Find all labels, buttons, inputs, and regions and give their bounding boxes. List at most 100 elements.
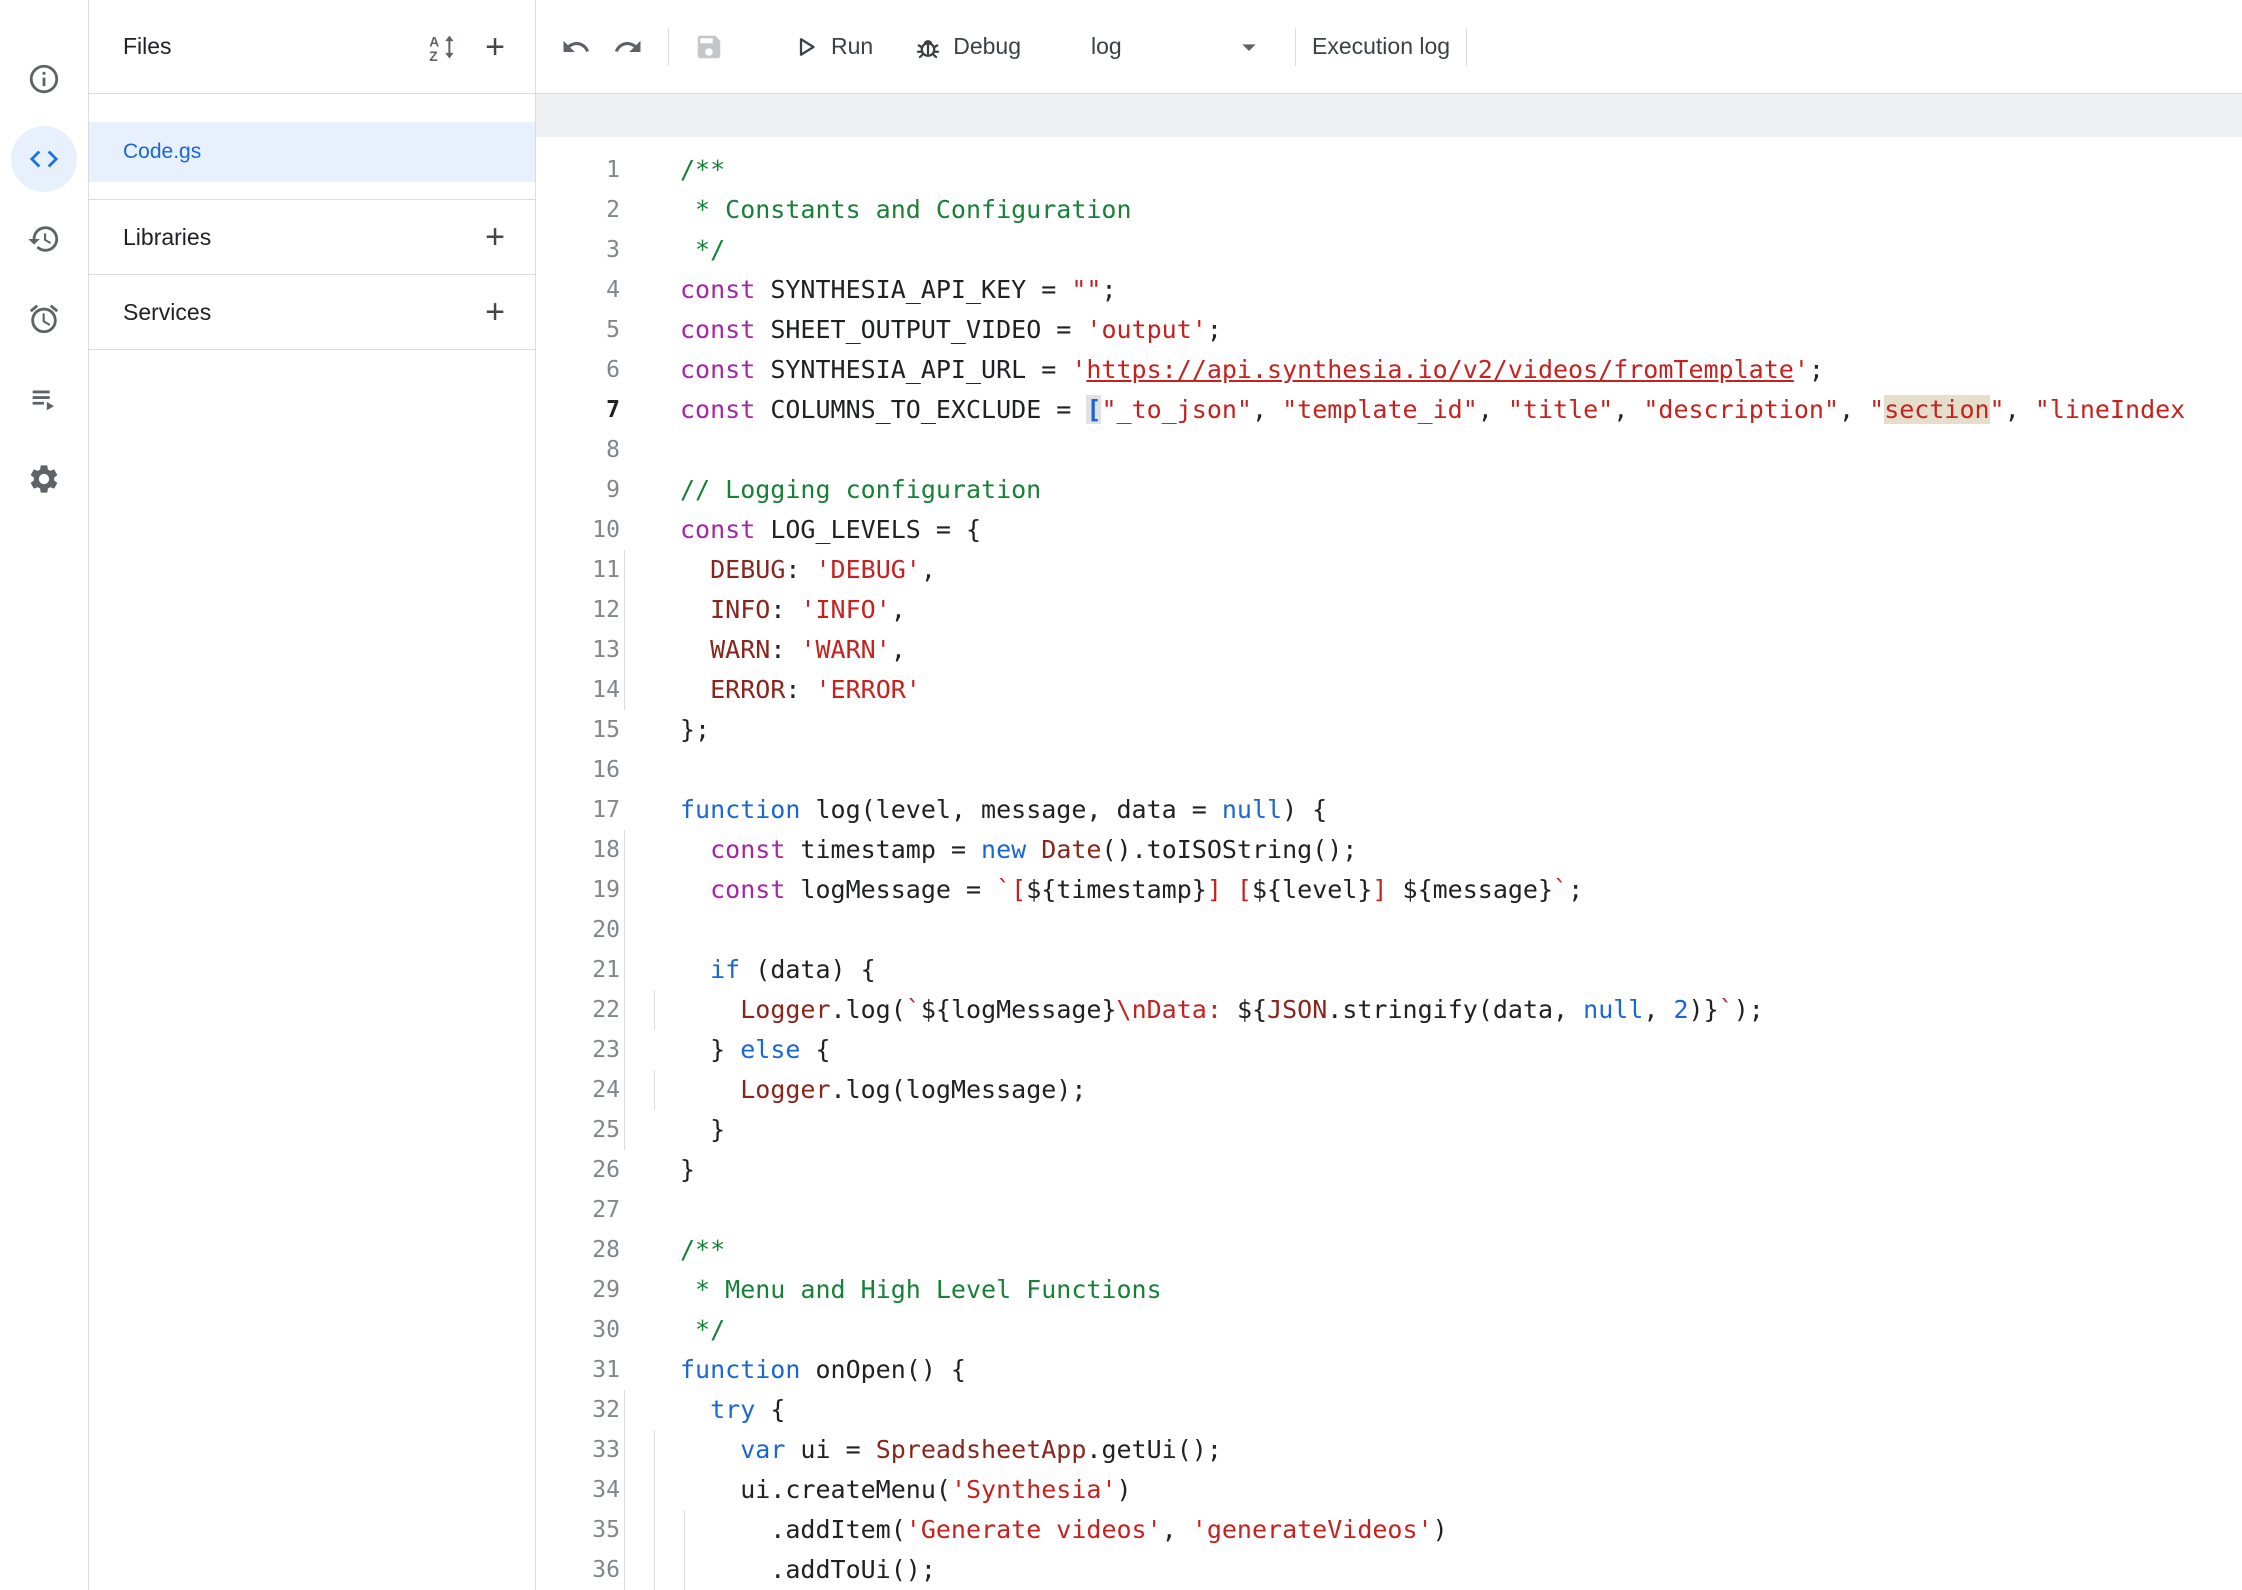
code-line[interactable]: 7const COLUMNS_TO_EXCLUDE = ["_to_json",… xyxy=(536,390,2242,430)
code-text[interactable]: */ xyxy=(620,1310,2242,1350)
rail-editor-button[interactable] xyxy=(11,126,77,192)
code-text[interactable] xyxy=(620,750,2242,790)
code-line[interactable]: 15}; xyxy=(536,710,2242,750)
line-number[interactable]: 26 xyxy=(536,1150,620,1190)
undo-button[interactable] xyxy=(550,21,602,73)
code-text[interactable]: ERROR: 'ERROR' xyxy=(620,670,2242,710)
code-line[interactable]: 21 if (data) { xyxy=(536,950,2242,990)
code-text[interactable]: try { xyxy=(620,1390,2242,1430)
code-text[interactable]: * Menu and High Level Functions xyxy=(620,1270,2242,1310)
rail-project-history-button[interactable] xyxy=(11,206,77,272)
line-number[interactable]: 24 xyxy=(536,1070,620,1110)
code-text[interactable]: const LOG_LEVELS = { xyxy=(620,510,2242,550)
line-number[interactable]: 33 xyxy=(536,1430,620,1470)
code-line[interactable]: 6const SYNTHESIA_API_URL = 'https://api.… xyxy=(536,350,2242,390)
code-line[interactable]: 16 xyxy=(536,750,2242,790)
line-number[interactable]: 9 xyxy=(536,470,620,510)
code-text[interactable]: /** xyxy=(620,1230,2242,1270)
line-number[interactable]: 16 xyxy=(536,750,620,790)
code-line[interactable]: 34 ui.createMenu('Synthesia') xyxy=(536,1470,2242,1510)
rail-overview-button[interactable] xyxy=(11,46,77,112)
line-number[interactable]: 36 xyxy=(536,1550,620,1590)
code-line[interactable]: 22 Logger.log(`${logMessage}\nData: ${JS… xyxy=(536,990,2242,1030)
code-text[interactable]: * Constants and Configuration xyxy=(620,190,2242,230)
line-number[interactable]: 13 xyxy=(536,630,620,670)
code-text[interactable]: /** xyxy=(620,150,2242,190)
add-file-button[interactable]: + xyxy=(469,21,521,73)
code-line[interactable]: 31function onOpen() { xyxy=(536,1350,2242,1390)
code-text[interactable]: WARN: 'WARN', xyxy=(620,630,2242,670)
line-number[interactable]: 8 xyxy=(536,430,620,470)
line-number[interactable]: 23 xyxy=(536,1030,620,1070)
line-number[interactable]: 21 xyxy=(536,950,620,990)
line-number[interactable]: 27 xyxy=(536,1190,620,1230)
code-line[interactable]: 14 ERROR: 'ERROR' xyxy=(536,670,2242,710)
add-service-button[interactable]: + xyxy=(469,286,521,338)
code-line[interactable]: 23 } else { xyxy=(536,1030,2242,1070)
code-text[interactable] xyxy=(620,430,2242,470)
redo-button[interactable] xyxy=(602,21,654,73)
code-line[interactable]: 36 .addToUi(); xyxy=(536,1550,2242,1590)
code-line[interactable]: 10const LOG_LEVELS = { xyxy=(536,510,2242,550)
line-number[interactable]: 14 xyxy=(536,670,620,710)
code-line[interactable]: 30 */ xyxy=(536,1310,2242,1350)
line-number[interactable]: 3 xyxy=(536,230,620,270)
code-line[interactable]: 18 const timestamp = new Date().toISOStr… xyxy=(536,830,2242,870)
code-text[interactable]: } xyxy=(620,1110,2242,1150)
code-line[interactable]: 33 var ui = SpreadsheetApp.getUi(); xyxy=(536,1430,2242,1470)
code-text[interactable]: const SYNTHESIA_API_KEY = ""; xyxy=(620,270,2242,310)
code-text[interactable]: } xyxy=(620,1150,2242,1190)
code-text[interactable] xyxy=(620,910,2242,950)
line-number[interactable]: 20 xyxy=(536,910,620,950)
code-line[interactable]: 8 xyxy=(536,430,2242,470)
line-number[interactable]: 30 xyxy=(536,1310,620,1350)
code-text[interactable]: const SYNTHESIA_API_URL = 'https://api.s… xyxy=(620,350,2242,390)
code-line[interactable]: 17function log(level, message, data = nu… xyxy=(536,790,2242,830)
code-text[interactable]: Logger.log(`${logMessage}\nData: ${JSON.… xyxy=(620,990,2242,1030)
code-text[interactable]: }; xyxy=(620,710,2242,750)
line-number[interactable]: 28 xyxy=(536,1230,620,1270)
run-button[interactable]: Run xyxy=(791,32,873,62)
code-line[interactable]: 4const SYNTHESIA_API_KEY = ""; xyxy=(536,270,2242,310)
code-line[interactable]: 25 } xyxy=(536,1110,2242,1150)
code-text[interactable]: var ui = SpreadsheetApp.getUi(); xyxy=(620,1430,2242,1470)
code-line[interactable]: 20 xyxy=(536,910,2242,950)
code-text[interactable]: Logger.log(logMessage); xyxy=(620,1070,2242,1110)
debug-button[interactable]: Debug xyxy=(913,32,1021,62)
code-line[interactable]: 3 */ xyxy=(536,230,2242,270)
code-text[interactable]: INFO: 'INFO', xyxy=(620,590,2242,630)
code-text[interactable]: .addItem('Generate videos', 'generateVid… xyxy=(620,1510,2242,1550)
line-number[interactable]: 11 xyxy=(536,550,620,590)
line-number[interactable]: 12 xyxy=(536,590,620,630)
line-number[interactable]: 4 xyxy=(536,270,620,310)
code-line[interactable]: 9// Logging configuration xyxy=(536,470,2242,510)
line-number[interactable]: 32 xyxy=(536,1390,620,1430)
code-text[interactable]: DEBUG: 'DEBUG', xyxy=(620,550,2242,590)
line-number[interactable]: 22 xyxy=(536,990,620,1030)
sort-files-button[interactable]: A Z xyxy=(417,21,469,73)
code-line[interactable]: 27 xyxy=(536,1190,2242,1230)
code-line[interactable]: 5const SHEET_OUTPUT_VIDEO = 'output'; xyxy=(536,310,2242,350)
save-project-button[interactable] xyxy=(683,21,735,73)
code-line[interactable]: 24 Logger.log(logMessage); xyxy=(536,1070,2242,1110)
line-number[interactable]: 18 xyxy=(536,830,620,870)
code-line[interactable]: 35 .addItem('Generate videos', 'generate… xyxy=(536,1510,2242,1550)
rail-executions-button[interactable] xyxy=(11,366,77,432)
code-line[interactable]: 26} xyxy=(536,1150,2242,1190)
line-number[interactable]: 2 xyxy=(536,190,620,230)
rail-settings-button[interactable] xyxy=(11,446,77,512)
line-number[interactable]: 25 xyxy=(536,1110,620,1150)
code-text[interactable]: } else { xyxy=(620,1030,2242,1070)
line-number[interactable]: 29 xyxy=(536,1270,620,1310)
line-number[interactable]: 5 xyxy=(536,310,620,350)
code-text[interactable]: */ xyxy=(620,230,2242,270)
code-line[interactable]: 13 WARN: 'WARN', xyxy=(536,630,2242,670)
code-text[interactable]: if (data) { xyxy=(620,950,2242,990)
code-text[interactable]: function onOpen() { xyxy=(620,1350,2242,1390)
function-selector[interactable]: log xyxy=(1077,31,1273,63)
code-line[interactable]: 32 try { xyxy=(536,1390,2242,1430)
execution-log-button[interactable]: Execution log xyxy=(1296,23,1466,70)
code-text[interactable]: const timestamp = new Date().toISOString… xyxy=(620,830,2242,870)
code-text[interactable] xyxy=(620,1190,2242,1230)
line-number[interactable]: 19 xyxy=(536,870,620,910)
